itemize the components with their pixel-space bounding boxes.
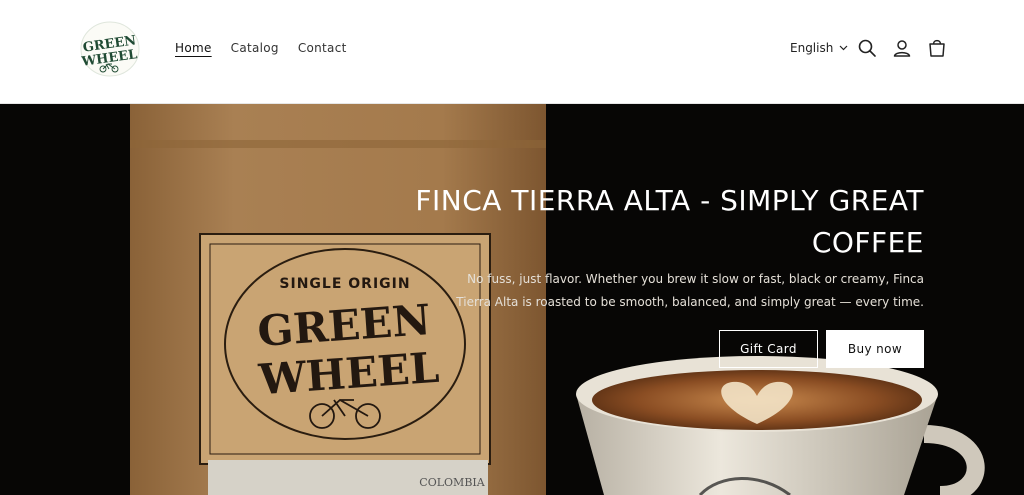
chevron-down-icon — [839, 45, 848, 51]
bag-origin: COLOMBIA — [419, 476, 485, 489]
brand-logo[interactable]: GREEN WHEEL — [78, 20, 142, 78]
language-selector[interactable]: English — [790, 41, 848, 55]
bag-label-top: SINGLE ORIGIN — [279, 276, 410, 292]
hero-banner: SINGLE ORIGIN GREEN WHEEL COLOMBIA FINCA… — [0, 104, 1024, 495]
site-header: GREEN WHEEL Home Catalog Contact English — [0, 0, 1024, 104]
gift-card-button[interactable]: Gift Card — [719, 330, 818, 368]
latte-cup-image — [576, 356, 985, 495]
buy-now-button[interactable]: Buy now — [826, 330, 924, 368]
account-icon[interactable] — [891, 37, 913, 59]
nav-contact[interactable]: Contact — [298, 41, 347, 55]
nav-home[interactable]: Home — [175, 41, 212, 55]
language-label: English — [790, 41, 834, 55]
search-icon[interactable] — [856, 37, 878, 59]
cart-icon[interactable] — [926, 37, 948, 59]
hero-subtitle: No fuss, just flavor. Whether you brew i… — [456, 272, 924, 309]
nav-catalog[interactable]: Catalog — [231, 41, 279, 55]
main-nav: Home Catalog Contact — [175, 41, 347, 55]
hero-title: FINCA TIERRA ALTA - SIMPLY GREAT COFFEE — [415, 184, 924, 259]
